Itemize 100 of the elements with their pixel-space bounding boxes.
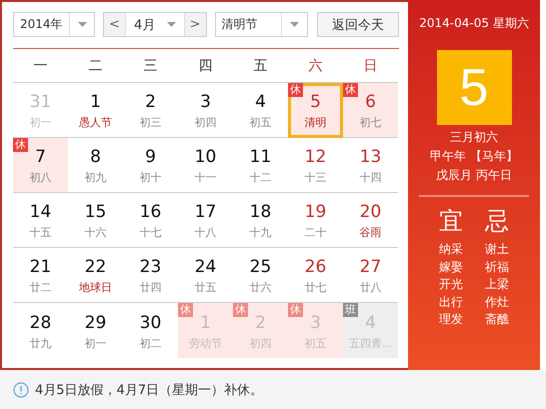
- day-cell[interactable]: 12 十三: [288, 138, 343, 193]
- day-number: 3: [200, 92, 211, 112]
- lunar-date: 廿七: [304, 280, 326, 295]
- day-cell[interactable]: 休 7 初八: [13, 138, 68, 193]
- holiday-badge: 休: [288, 303, 303, 317]
- day-cell[interactable]: 20 谷雨: [343, 193, 398, 248]
- big-day-number: 5: [436, 50, 512, 125]
- info-icon: [13, 382, 29, 398]
- day-cell[interactable]: 30 初二: [123, 303, 178, 358]
- day-cell[interactable]: 休 5 清明: [288, 83, 343, 138]
- holiday-select[interactable]: 清明节: [214, 12, 308, 37]
- day-number: 27: [360, 257, 382, 277]
- day-number: 24: [194, 257, 216, 277]
- lunar-date: 廿九: [30, 336, 52, 350]
- almanac-item: 斋醮: [485, 311, 509, 328]
- lunar-date: 劳动节: [189, 336, 222, 350]
- selected-date: 2014-04-05 星期六: [419, 15, 529, 32]
- day-number: 9: [145, 147, 156, 167]
- lunar-date: 廿八: [360, 280, 382, 295]
- day-cell[interactable]: 13 十四: [343, 138, 398, 193]
- day-number: 26: [304, 257, 326, 277]
- day-cell[interactable]: 17 十八: [178, 193, 233, 248]
- almanac-item: 理发: [439, 311, 463, 328]
- day-cell[interactable]: 28 廿九: [13, 303, 68, 358]
- day-number: 4: [255, 92, 266, 112]
- lunar-date: 十九: [250, 225, 272, 240]
- day-number: 25: [250, 257, 272, 277]
- day-cell[interactable]: 29 初一: [68, 303, 123, 358]
- workday-badge: 班: [343, 303, 358, 317]
- lunar-date: 初八: [30, 170, 52, 185]
- day-number: 28: [30, 312, 52, 332]
- lunar-date: 清明: [304, 115, 326, 130]
- day-number: 3: [310, 312, 321, 332]
- day-number: 10: [194, 147, 216, 167]
- lunar-date: 廿四: [140, 280, 162, 295]
- lunar-date: 初二: [140, 336, 162, 350]
- almanac-item: 祈福: [485, 258, 509, 276]
- lunar-date: 十六: [84, 225, 106, 240]
- day-number: 30: [140, 312, 162, 332]
- day-number: 6: [365, 92, 376, 112]
- lunar-date: 谷雨: [360, 225, 382, 240]
- day-number: 2: [255, 312, 266, 332]
- lunar-info: 戊辰月 丙午日: [436, 167, 512, 184]
- caret-icon: [290, 22, 300, 27]
- lunar-info: 甲午年 【马年】: [430, 148, 518, 165]
- day-cell[interactable]: 22 地球日: [68, 248, 123, 303]
- lunar-date: 初九: [84, 170, 106, 185]
- day-cell[interactable]: 休 6 初七: [343, 83, 398, 138]
- lunar-date: 初五: [250, 115, 272, 130]
- day-cell[interactable]: 21 廿二: [13, 248, 68, 303]
- today-button[interactable]: 返回今天: [317, 12, 399, 37]
- lunar-date: 十二: [250, 170, 272, 185]
- caret-icon: [78, 22, 87, 27]
- day-cell[interactable]: 3 初四: [178, 83, 233, 138]
- holiday-badge: 休: [288, 83, 303, 97]
- day-number: 16: [140, 202, 162, 222]
- day-cell[interactable]: 14 十五: [13, 193, 68, 248]
- almanac-item: 作灶: [485, 294, 509, 310]
- holiday-badge: 休: [343, 83, 358, 97]
- day-number: 17: [194, 202, 216, 222]
- day-cell[interactable]: 11 十二: [233, 138, 288, 193]
- day-number: 18: [250, 202, 272, 222]
- lunar-date: 初三: [140, 115, 162, 130]
- holiday-badge: 休: [13, 138, 28, 152]
- lunar-date: 十一: [194, 170, 216, 185]
- day-number: 31: [30, 92, 52, 112]
- day-cell[interactable]: 16 十七: [123, 193, 178, 248]
- lunar-date: 初四: [194, 115, 216, 130]
- day-cell[interactable]: 10 十一: [178, 138, 233, 193]
- holiday-badge: 休: [233, 303, 248, 317]
- day-number: 7: [35, 147, 46, 167]
- lunar-date: 廿二: [30, 280, 52, 295]
- weekday-label: 四: [198, 56, 214, 74]
- lunar-date: 二十: [304, 225, 326, 240]
- lunar-date: 初一: [84, 336, 106, 350]
- day-cell[interactable]: 23 廿四: [123, 248, 178, 303]
- holiday-badge: 休: [178, 303, 193, 317]
- day-number: 21: [30, 257, 52, 277]
- day-cell[interactable]: 1 愚人节: [68, 83, 123, 138]
- lunar-date: 初五: [304, 336, 326, 350]
- lunar-date: 十五: [30, 225, 52, 240]
- day-cell[interactable]: 8 初九: [68, 138, 123, 193]
- day-cell[interactable]: 15 十六: [68, 193, 123, 248]
- day-cell[interactable]: 9 初十: [123, 138, 178, 193]
- lunar-date: 十八: [194, 225, 216, 240]
- lunar-date: 初四: [250, 336, 272, 350]
- weekday-label: 三: [142, 56, 158, 74]
- weekday-label: 一: [32, 56, 48, 74]
- lunar-date: 廿五: [194, 280, 216, 295]
- day-number: 22: [84, 257, 106, 277]
- lunar-date: 廿六: [250, 280, 272, 295]
- day-number: 2: [145, 92, 156, 112]
- day-number: 12: [304, 147, 326, 167]
- day-number: 14: [30, 202, 52, 222]
- day-cell[interactable]: 18 十九: [233, 193, 288, 248]
- day-cell[interactable]: 19 二十: [288, 193, 343, 248]
- day-number: 15: [84, 202, 106, 222]
- day-cell[interactable]: 2 初三: [123, 83, 178, 138]
- almanac-item: 嫁娶: [439, 258, 463, 276]
- year-select[interactable]: 2014年: [13, 12, 95, 37]
